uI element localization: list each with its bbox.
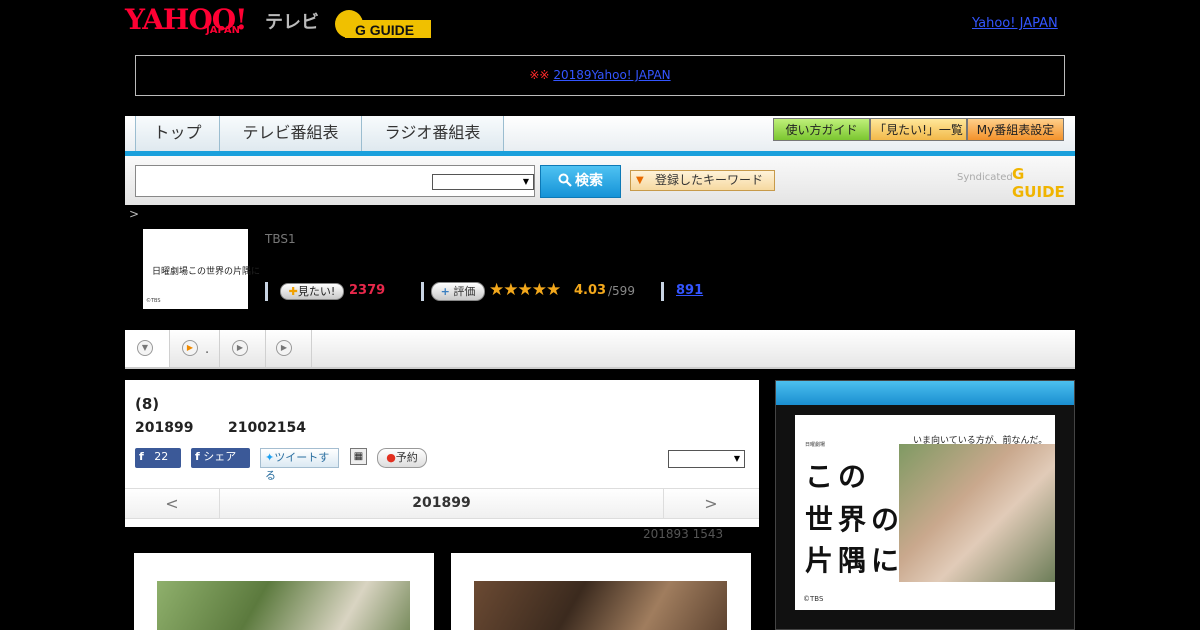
twitter-bird-icon: ✦ bbox=[265, 451, 275, 464]
tweet-label: ツイートする bbox=[265, 451, 330, 482]
play-icon: ▶ bbox=[232, 340, 248, 356]
chevron-down-icon: ▼ bbox=[733, 454, 741, 463]
ad-title-line3: 片隅に bbox=[805, 544, 905, 577]
search-button-label: 検索 bbox=[575, 173, 603, 189]
tweet-button[interactable]: ✦ツイートする bbox=[260, 448, 339, 482]
rating-value: 4.03 bbox=[574, 283, 607, 298]
ad-title-line1: この bbox=[805, 460, 872, 493]
calendar-icon[interactable]: ▦ bbox=[350, 448, 367, 465]
episode-select[interactable]: ▼ bbox=[668, 450, 745, 468]
program-toolbar: ▼ ▶. ▶ ▶ bbox=[125, 330, 1075, 369]
search-category-select[interactable]: ▼ bbox=[432, 174, 534, 190]
chevron-down-icon: ▼ bbox=[522, 177, 530, 186]
episode-time: 21002154 bbox=[228, 420, 306, 436]
facebook-share-button[interactable]: f シェア bbox=[191, 448, 250, 468]
breadcrumb: > bbox=[129, 207, 140, 221]
toolbar-play-3[interactable]: ▶ bbox=[266, 330, 312, 367]
facebook-like-button[interactable]: f 22 bbox=[135, 448, 181, 468]
updated-timestamp: 201893 1543 bbox=[643, 527, 724, 541]
gguide-logo[interactable]: G GUIDE bbox=[335, 8, 431, 40]
toolbar-toggle[interactable]: ▼ bbox=[125, 330, 170, 367]
toolbar-item-label: . bbox=[205, 342, 210, 357]
play-icon: ▶ bbox=[276, 340, 292, 356]
registered-keyword-label: 登録したキーワード bbox=[655, 173, 764, 187]
ad-small-label: 日曜劇場 bbox=[805, 442, 826, 448]
guide-link[interactable]: 使い方ガイド bbox=[773, 118, 870, 141]
mitai-button[interactable]: ✚見たい! bbox=[280, 283, 344, 300]
episode-date: 201899 bbox=[135, 420, 194, 436]
episode-panel: (8) 201899 21002154 f 22 f シェア ✦ツイートする ▦… bbox=[125, 380, 759, 527]
tv-logo[interactable]: テレビ bbox=[265, 8, 319, 34]
notice-link[interactable]: 20189Yahoo! JAPAN bbox=[553, 68, 670, 82]
thumbnail-copyright: ©TBS bbox=[146, 298, 161, 304]
my-schedule-settings-link[interactable]: My番組表設定 bbox=[967, 118, 1064, 141]
drama-ad-banner[interactable]: 日曜劇場 いま向いている方が、前なんだ。 この 世界の 片隅に ©TBS bbox=[795, 415, 1055, 610]
rating-button[interactable]: + 評価 bbox=[431, 282, 485, 301]
yahoo-japan-top-link[interactable]: Yahoo! JAPAN bbox=[972, 16, 1058, 31]
search-bar: ▼ 検索 ▼ 登録したキーワード Syndicated G GUIDE bbox=[125, 156, 1075, 205]
thumbnail-title: 日曜劇場この世界の片隅に bbox=[152, 267, 261, 277]
facebook-icon: f bbox=[139, 450, 144, 463]
facebook-share-label: シェア bbox=[203, 450, 237, 463]
photo-image bbox=[157, 581, 410, 630]
dropdown-arrow-icon: ▼ bbox=[636, 175, 644, 186]
search-icon bbox=[558, 173, 572, 187]
facebook-icon: f bbox=[195, 450, 200, 463]
divider bbox=[661, 282, 664, 301]
divider bbox=[421, 282, 424, 301]
facebook-like-count: 22 bbox=[154, 450, 169, 463]
photo-card-2[interactable] bbox=[451, 553, 751, 630]
toolbar-play-2[interactable]: ▶ bbox=[220, 330, 266, 367]
registered-keyword-button[interactable]: ▼ 登録したキーワード bbox=[630, 170, 775, 191]
mitai-label: 見たい! bbox=[297, 285, 336, 298]
plus-icon: ✚ bbox=[288, 285, 298, 298]
toolbar-play-1[interactable]: ▶. bbox=[170, 330, 220, 367]
nav-tab-radio-schedule[interactable]: ラジオ番組表 bbox=[361, 116, 504, 151]
record-dot-icon: ● bbox=[386, 451, 396, 464]
syndicated-gguide-logo: G GUIDE bbox=[1012, 165, 1065, 201]
rating-label: 評価 bbox=[453, 285, 476, 298]
reserve-button[interactable]: ●予約 bbox=[377, 448, 427, 468]
ad-title-line2: 世界の bbox=[805, 503, 905, 536]
sidebar-header bbox=[776, 381, 1074, 405]
review-count-link[interactable]: 891 bbox=[676, 283, 703, 298]
pager-prev-button[interactable]: < bbox=[125, 489, 220, 518]
syndicated-label: Syndicated bbox=[957, 172, 1013, 183]
date-pager: < 201899 > bbox=[125, 488, 759, 519]
sidebar: 日曜劇場 いま向いている方が、前なんだ。 この 世界の 片隅に ©TBS bbox=[775, 380, 1075, 630]
photo-card-1[interactable] bbox=[134, 553, 434, 630]
mitai-count: 2379 bbox=[349, 283, 386, 298]
play-icon: ▶ bbox=[182, 340, 198, 356]
search-button[interactable]: 検索 bbox=[540, 165, 621, 198]
program-thumbnail[interactable]: 日曜劇場この世界の片隅に ©TBS bbox=[143, 229, 260, 309]
pager-date: 201899 bbox=[412, 495, 471, 511]
ad-copyright: ©TBS bbox=[803, 595, 824, 603]
main-nav: トップ テレビ番組表 ラジオ番組表 使い方ガイド 「見たい!」一覧 My番組表設… bbox=[125, 116, 1075, 156]
pager-next-button[interactable]: > bbox=[663, 489, 758, 518]
nav-tab-top[interactable]: トップ bbox=[135, 116, 220, 151]
photo-image bbox=[474, 581, 727, 630]
nav-tab-tv-schedule[interactable]: テレビ番組表 bbox=[219, 116, 362, 151]
plus-icon: + bbox=[440, 285, 450, 298]
gguide-logo-text: G GUIDE bbox=[355, 22, 414, 38]
channel-name: TBS1 bbox=[265, 232, 296, 246]
reserve-label: 予約 bbox=[395, 451, 418, 464]
ad-photo bbox=[899, 444, 1055, 582]
notice-box: ※※ 20189Yahoo! JAPAN bbox=[135, 55, 1065, 96]
notice-marks: ※※ bbox=[529, 68, 550, 82]
mitai-list-link[interactable]: 「見たい!」一覧 bbox=[870, 118, 967, 141]
rating-count: /599 bbox=[608, 284, 635, 298]
star-rating-icon: ★★★★★ bbox=[489, 280, 561, 300]
chevron-down-icon: ▼ bbox=[137, 340, 153, 356]
yahoo-japan-logo-text: JAPAN bbox=[206, 25, 240, 36]
divider bbox=[265, 282, 268, 301]
episode-title: (8) bbox=[135, 395, 160, 413]
